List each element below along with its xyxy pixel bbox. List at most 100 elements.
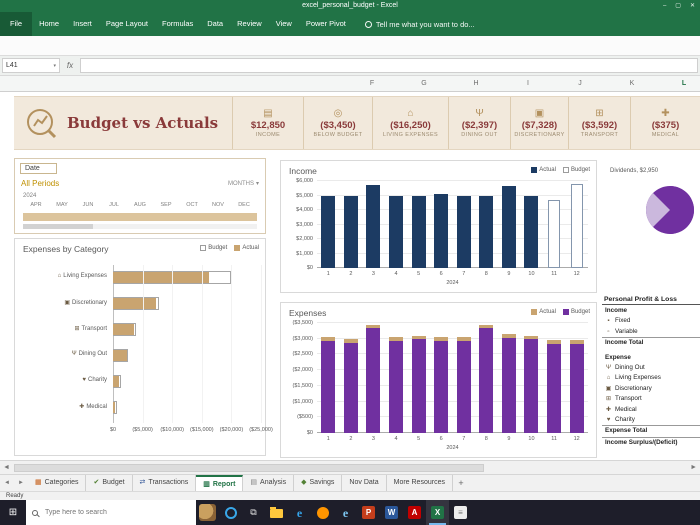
income-bar-month-8 [475,195,498,268]
taskbar-icon-task-view[interactable]: ⧉ [242,500,265,525]
taskbar-icon-dog-image[interactable] [196,500,219,525]
ribbon-tab-data[interactable]: Data [200,12,230,36]
close-button[interactable]: ✕ [690,0,695,12]
sheet-tab-report[interactable]: ▥ Report [196,475,244,491]
slicer-month-apr[interactable]: APR [23,202,49,208]
slicer-selection-label: All Periods [21,179,60,188]
slicer-scrollbar[interactable] [23,224,257,229]
pnl-row-income-surplus-deficit-: Income Surplus/(Deficit) [602,436,700,448]
sheet-tab-label: Analysis [260,479,287,486]
slicer-month-oct[interactable]: OCT [179,202,205,208]
slicer-month-jun[interactable]: JUN [75,202,101,208]
taskbar-icon-internet-explorer[interactable]: e [334,500,357,525]
taskbar-icon-firefox[interactable] [311,500,334,525]
category-name: Discretionary [71,300,107,306]
slicer-month-sep[interactable]: SEP [153,202,179,208]
legend-actual: Actual [234,245,259,251]
actual-bar [479,195,494,268]
category-icon: ⊞ [74,326,80,332]
horizontal-scrollbar[interactable]: ◄ ► [0,460,700,474]
taskbar-icon-edge[interactable]: e [288,500,311,525]
taskbar-icon-cortana[interactable] [219,500,242,525]
category-label: ✚ Medical [15,403,107,410]
expenses-by-category-chart[interactable]: Expenses by Category Budget Actual ⌂ Livi… [14,238,273,456]
slicer-selection-bar[interactable] [23,213,257,221]
slicer-granularity-dropdown[interactable]: MONTHS ▾ [228,179,259,188]
sheet-tab-categories[interactable]: ▦ Categories [28,475,87,491]
formula-input[interactable] [80,58,698,73]
new-sheet-button[interactable]: + [453,475,469,491]
taskbar-icon-acrobat[interactable]: A [403,500,426,525]
tell-me-box[interactable]: Tell me what you want to do... [364,20,475,29]
income-chart[interactable]: Income Actual Budget $6,000 $5,000 $4,000 $… [280,160,597,293]
slicer-scrollbar-thumb[interactable] [23,224,93,229]
slicer-period-row: All Periods MONTHS ▾ [21,179,259,188]
sheet-tab-analysis[interactable]: ▤ Analysis [243,475,295,491]
taskbar-icon-powerpoint[interactable]: P [357,500,380,525]
kpi-transport: ⊞ ($3,592) TRANSPORT [568,97,630,149]
insert-function-button[interactable]: fx [60,61,80,70]
category-name: Charity [87,377,107,383]
sheet-tab-transactions[interactable]: ⇄ Transactions [133,475,197,491]
chevron-down-icon[interactable]: ▾ [53,63,56,69]
ribbon-tab-insert[interactable]: Insert [66,12,99,36]
slicer-month-may[interactable]: MAY [49,202,75,208]
slicer-title[interactable]: Date [20,163,57,174]
column-header-J[interactable]: J [578,76,582,92]
ribbon-tab-home[interactable]: Home [32,12,66,36]
sheet-tab-nov-data[interactable]: Nov Data [342,475,387,491]
ribbon-tab-formulas[interactable]: Formulas [155,12,200,36]
slicer-month-nov[interactable]: NOV [205,202,231,208]
income-bar-month-10 [520,195,543,268]
taskbar-icon-notepad[interactable]: ≡ [449,500,472,525]
file-explorer-icon [270,507,283,518]
tab-nav-left-icon[interactable]: ◄ [0,475,14,491]
tab-nav-right-icon[interactable]: ► [14,475,28,491]
ribbon-tab-page-layout[interactable]: Page Layout [99,12,155,36]
category-icon: ✚ [79,404,85,410]
ribbon-tab-view[interactable]: View [269,12,299,36]
scrollbar-track[interactable] [14,464,686,472]
slicer-month-aug[interactable]: AUG [127,202,153,208]
ribbon-tab-power-pivot[interactable]: Power Pivot [299,12,353,36]
sheet-tab-more-resources[interactable]: More Resources [387,475,453,491]
x-tick-label: 10 [528,271,535,277]
category-row-medical: ✚ Medical [15,395,259,421]
column-header-K[interactable]: K [630,76,635,92]
minimize-button[interactable]: – [663,0,666,12]
column-header-I[interactable]: I [527,76,529,92]
column-header-L[interactable]: L [682,76,686,92]
column-header-G[interactable]: G [421,76,426,92]
x-tick-label: 8 [484,271,488,277]
slicer-month-dec[interactable]: DEC [231,202,257,208]
scroll-left-icon[interactable]: ◄ [3,461,10,475]
search-input[interactable] [43,508,193,517]
column-header-H[interactable]: H [473,76,478,92]
column-header-F[interactable]: F [370,76,374,92]
date-slicer[interactable]: Date All Periods MONTHS ▾ 2024 APR MAY JUN… [14,158,266,234]
taskbar-icon-file-explorer[interactable] [265,500,288,525]
x-tick-label: 11 [551,271,557,277]
maximize-button[interactable]: ▢ [675,0,681,12]
taskbar-search[interactable] [26,500,196,525]
start-button[interactable]: ⊞ [0,507,26,518]
name-box[interactable]: L41 ▾ [2,58,60,73]
expenses-chart[interactable]: Expenses Actual Budget ($3,500) ($3,000)(… [280,302,597,458]
legend-actual: Actual [531,309,556,315]
scroll-right-icon[interactable]: ► [690,461,697,475]
pnl-label: Dining Out [615,364,645,372]
taskbar-icon-excel[interactable]: X [426,500,449,525]
taskbar-icon-word[interactable]: W [380,500,403,525]
y-tick-label: ($1,500) [292,382,314,389]
ribbon-tab-file[interactable]: File [0,12,33,36]
excel-window: excel_personal_budget - Excel – ▢ ✕ File… [0,0,700,525]
x-tick-label: ($15,000) [190,427,214,433]
sheet-tab-budget[interactable]: ✔ Budget [86,475,133,491]
scrollbar-thumb[interactable] [14,464,485,472]
ribbon-tab-review[interactable]: Review [230,12,269,36]
income-donut-chart[interactable]: Dividends, $2,950 [602,160,700,292]
kpi-income: ▤ $12,850 INCOME [232,97,303,149]
legend-label: Actual [539,309,556,315]
slicer-month-jul[interactable]: JUL [101,202,127,208]
sheet-tab-savings[interactable]: ◆ Savings [294,475,343,491]
